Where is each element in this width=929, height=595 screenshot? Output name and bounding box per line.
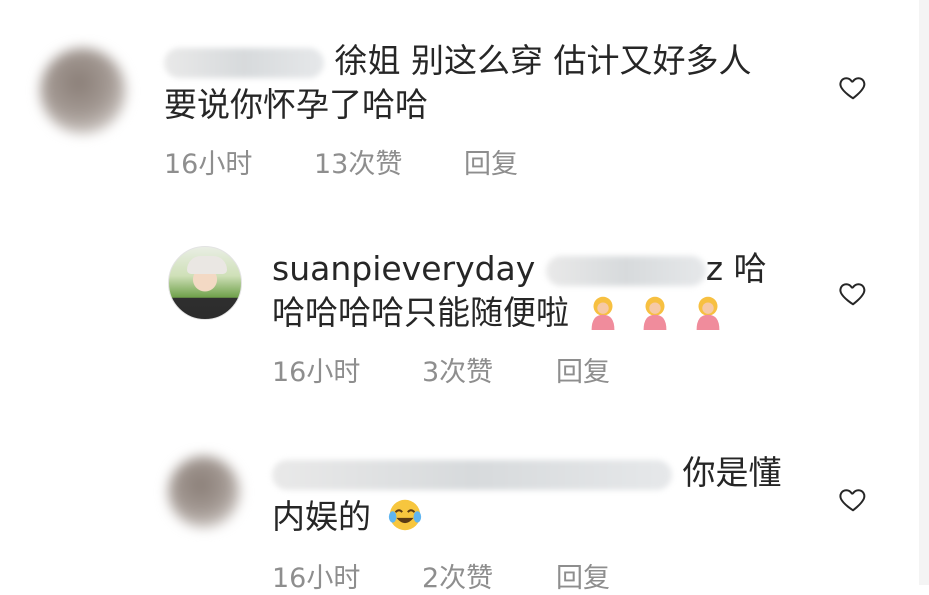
like-count[interactable]: 13次赞 <box>314 142 464 181</box>
comment-text-line-2: 内娱的 <box>272 496 424 538</box>
reply-text-line-2: 哈哈哈哈只能随便啦 <box>272 292 727 334</box>
comment-meta: 16小时 2次赞 回复 <box>272 556 610 595</box>
reply-button[interactable]: 回复 <box>556 350 610 389</box>
reply-time: 16小时 <box>272 357 361 388</box>
blurred-username[interactable] <box>164 47 324 78</box>
right-edge-strip <box>919 0 929 585</box>
heart-icon[interactable] <box>838 278 868 308</box>
reply-text: 哈哈哈哈只能随便啦 <box>272 293 569 332</box>
woman-tipping-hand-emoji <box>591 296 614 330</box>
comment-text: 徐姐 别这么穿 估计又好多人 <box>334 41 752 80</box>
comment-text-line-1: 徐姐 别这么穿 估计又好多人 <box>164 40 751 82</box>
reply-text-line-1: suanpieveryday z 哈 <box>272 248 767 290</box>
reply-username[interactable]: suanpieveryday <box>272 249 535 288</box>
woman-tipping-hand-emoji <box>696 296 719 330</box>
comment-text-line-1: 你是懂 <box>272 452 782 494</box>
comment-time: 16小时 <box>164 149 253 180</box>
woman-tipping-hand-emoji <box>643 296 667 330</box>
avatar-hat <box>187 256 227 274</box>
blurred-username[interactable] <box>272 459 672 490</box>
avatar-user-photo[interactable] <box>168 246 242 320</box>
avatar-blurred[interactable] <box>168 456 240 528</box>
comment-time: 16小时 <box>272 563 361 594</box>
reply-button[interactable]: 回复 <box>464 142 518 181</box>
comment-text: 你是懂 <box>682 453 782 492</box>
blurred-mention[interactable] <box>545 255 706 286</box>
reply-meta: 16小时 3次赞 回复 <box>272 350 610 389</box>
avatar-blurred[interactable] <box>40 48 126 134</box>
comment-text-line-2: 要说你怀孕了哈哈 <box>164 85 428 124</box>
comment-meta: 16小时 13次赞 回复 <box>164 142 518 181</box>
heart-icon[interactable] <box>838 72 868 102</box>
mention-tail: z 哈 <box>705 249 767 288</box>
face-with-tears-of-joy-emoji <box>388 499 421 531</box>
like-count[interactable]: 2次赞 <box>422 556 556 595</box>
reply-button[interactable]: 回复 <box>556 556 610 595</box>
comment-text: 内娱的 <box>272 497 371 536</box>
heart-icon[interactable] <box>838 484 868 514</box>
like-count[interactable]: 3次赞 <box>422 350 556 389</box>
